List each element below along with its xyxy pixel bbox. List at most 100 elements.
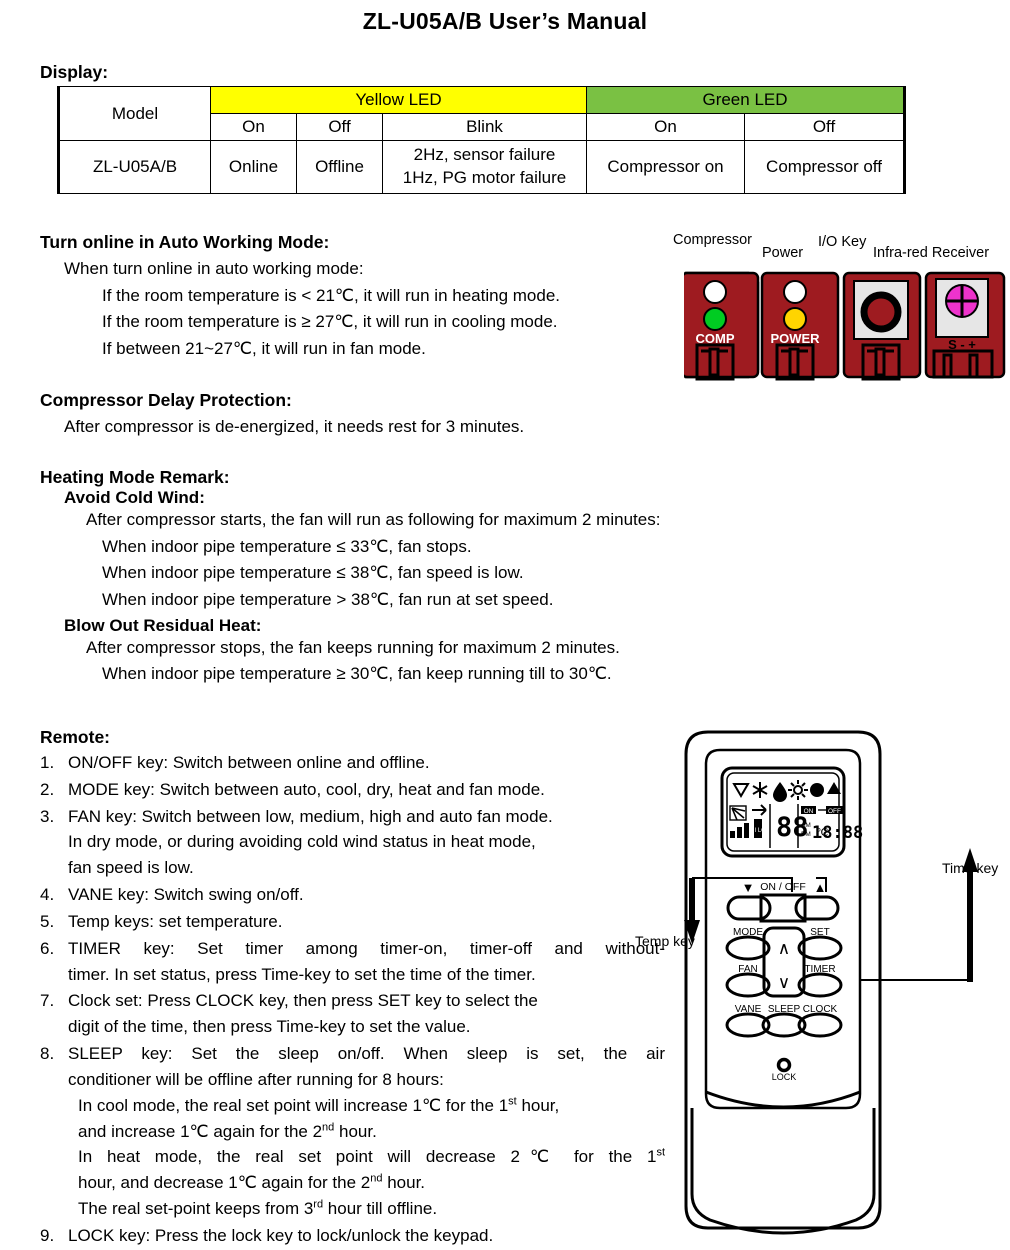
remote-diagram: Temp key Time key HI LO 88 ℃ ON OFF AM P… (630, 720, 1010, 1240)
table-header-model: Model (57, 86, 211, 141)
list-item-subline: In cool mode, the real set point will in… (78, 1095, 560, 1115)
compressor-delay-heading: Compressor Delay Protection: (40, 390, 292, 410)
fan-circle-icon (810, 783, 824, 797)
rocker-down-icon: ∨ (778, 973, 790, 992)
table-subheader-yellow-blink: Blink (382, 113, 587, 141)
temp-down-label: ▼ (742, 880, 755, 895)
lcd-hi-lo-label: HI LO (750, 828, 766, 834)
heating-mode-remark-section: Heating Mode Remark: Avoid Cold Wind: Af… (40, 467, 730, 687)
table-cell-green-on: Compressor on (586, 140, 745, 194)
avoid-cold-wind-heading: Avoid Cold Wind: (64, 488, 205, 507)
temp-down-button (726, 895, 772, 921)
lcd-timer-off-label: OFF (828, 808, 841, 815)
remote-key-list: 1. ON/OFF key: Switch between online and … (40, 750, 665, 1249)
blow-out-intro: After compressor stops, the fan keeps ru… (86, 637, 620, 657)
auto-mode-rule: If the room temperature is ≥ 27℃, it wil… (102, 312, 558, 332)
list-item-line: FAN key: Switch between low, medium, hig… (68, 806, 553, 826)
pcb-module-compressor: COMP (684, 271, 760, 381)
table-group-header-row: Model Yellow LED Green LED (57, 86, 906, 141)
list-item-line: VANE key: Switch swing on/off. (68, 885, 304, 905)
remote-svg: HI LO 88 ℃ ON OFF AM PM 18:88 ▼ ON / OFF… (684, 730, 978, 1235)
blink-line-2: 1Hz, PG motor failure (402, 167, 567, 187)
list-item-number: 4. (40, 885, 55, 905)
list-item-line: Temp keys: set temperature. (68, 911, 283, 931)
auto-mode-rule: If the room temperature is < 21℃, it wil… (102, 285, 561, 305)
pcb-diagram: Compressor Power I/O Key Infra-red Recei… (670, 232, 1010, 382)
table-header-green-led: Green LED (586, 86, 906, 114)
remote-section: Remote: 1. ON/OFF key: Switch between onl… (40, 727, 665, 1250)
temp-up-label: ▲ (814, 880, 827, 895)
remote-heading: Remote: (40, 727, 111, 747)
list-item: 5. Temp keys: set temperature. (40, 909, 665, 935)
pcb-label-compressor: Compressor (673, 232, 752, 248)
list-item-line: MODE key: Switch between auto, cool, dry… (68, 779, 545, 799)
swing-icon (729, 805, 747, 821)
on-off-button (759, 893, 807, 923)
blink-line-1: 2Hz, sensor failure (413, 145, 556, 164)
manual-page: ZL-U05A/B User’s Manual Display: Model Y… (0, 0, 1010, 1247)
avoid-cold-wind-rule: When indoor pipe temperature ≤ 33℃, fan … (102, 536, 472, 556)
list-item-number: 6. (40, 938, 55, 958)
list-item-line: In dry mode, or during avoiding cold win… (68, 832, 536, 852)
display-heading: Display: (40, 62, 109, 82)
remote-buttons: ▼ ON / OFF ▲ MODE SET FAN TIMER ∧ ∨ VANE… (725, 880, 843, 1082)
fan-arrow-icon (752, 804, 767, 816)
list-item-subline: The real set-point keeps from 3rd hour t… (78, 1198, 438, 1219)
list-item-line: SLEEP key: Set the sleep on/off. When sl… (68, 1044, 665, 1064)
table-cell-yellow-off: Offline (296, 140, 383, 194)
list-item-number: 3. (40, 806, 55, 826)
heating-remark-heading: Heating Mode Remark: (40, 467, 230, 487)
auto-mode-heading: Turn online in Auto Working Mode: (40, 232, 330, 252)
rocker-up-icon: ∧ (778, 939, 790, 958)
snowflake-icon (752, 782, 768, 798)
lcd-clock-value: 18:88 (812, 823, 863, 843)
blow-out-residual-heat-heading: Blow Out Residual Heat: (64, 615, 262, 635)
auto-mode-intro: When turn online in auto working mode: (64, 259, 364, 278)
on-off-label: ON / OFF (760, 881, 806, 893)
sun-icon (788, 780, 808, 800)
lock-label: LOCK (772, 1072, 797, 1082)
display-table-wrap: Model Yellow LED Green LED On Off Blink … (57, 86, 906, 194)
table-subheader-yellow-on: On (210, 113, 297, 141)
list-item-number: 2. (40, 779, 55, 799)
display-heading-wrap: Display: (40, 62, 108, 83)
pcb-board-svg: COMP POWER S - + (684, 271, 1006, 381)
pcb-module-io-key (842, 271, 922, 381)
table-row: ZL-U05A/B Online Offline 2Hz, sensor fai… (57, 140, 906, 194)
table-subheader-yellow-off: Off (296, 113, 383, 141)
avoid-cold-wind-rule: When indoor pipe temperature ≤ 38℃, fan … (102, 563, 524, 583)
list-item-number: 7. (40, 991, 55, 1011)
list-item-line: digit of the time, then press Time-key t… (68, 1017, 471, 1037)
display-table: Model Yellow LED Green LED On Off Blink … (57, 86, 906, 194)
list-item-subline: hour, and decrease 1℃ again for the 2nd … (78, 1172, 426, 1193)
list-item-number: 1. (40, 753, 55, 772)
list-item: 3. FAN key: Switch between low, medium, h… (40, 804, 665, 881)
remote-lower-body (690, 1090, 876, 1235)
temp-up-button (794, 895, 840, 921)
auto-mode-rule: If between 21~27℃, it will run in fan mo… (102, 338, 426, 358)
avoid-cold-wind-rule: When indoor pipe temperature > 38℃, fan … (102, 589, 554, 609)
list-item-subline: and increase 1℃ again for the 2nd hour. (78, 1120, 377, 1141)
pcb-label-io-key: I/O Key (818, 234, 867, 250)
table-cell-model: ZL-U05A/B (57, 140, 211, 194)
lcd-timer-on-label: ON (804, 808, 814, 815)
list-item: 1. ON/OFF key: Switch between online and … (40, 750, 665, 776)
list-item-line: LOCK key: Press the lock key to lock/unl… (68, 1225, 494, 1245)
list-item-line: TIMER key: Set timer among timer-on, tim… (68, 938, 665, 958)
avoid-cold-wind-intro: After compressor starts, the fan will ru… (86, 510, 661, 529)
table-subheader-green-on: On (586, 113, 745, 141)
list-item-line: ON/OFF key: Switch between online and of… (68, 753, 430, 772)
pcb-label-power: Power (762, 245, 804, 261)
list-item: 9. LOCK key: Press the lock key to lock/u… (40, 1223, 665, 1249)
list-item-subline: In heat mode, the real set point will de… (78, 1146, 665, 1167)
callout-temp-key: Temp key (635, 933, 695, 949)
list-item-number: 5. (40, 911, 55, 931)
list-item-line: conditioner will be offline after runnin… (68, 1069, 444, 1089)
table-header-yellow-led: Yellow LED (210, 86, 587, 114)
list-item-line: timer. In set status, press Time-key to … (68, 964, 536, 984)
list-item-number: 8. (40, 1044, 55, 1064)
list-item-line: fan speed is low. (68, 858, 194, 878)
compressor-delay-body: After compressor is de-energized, it nee… (64, 417, 525, 436)
auto-triangle-icon (732, 783, 750, 798)
lcd-mode-icons (732, 780, 841, 802)
